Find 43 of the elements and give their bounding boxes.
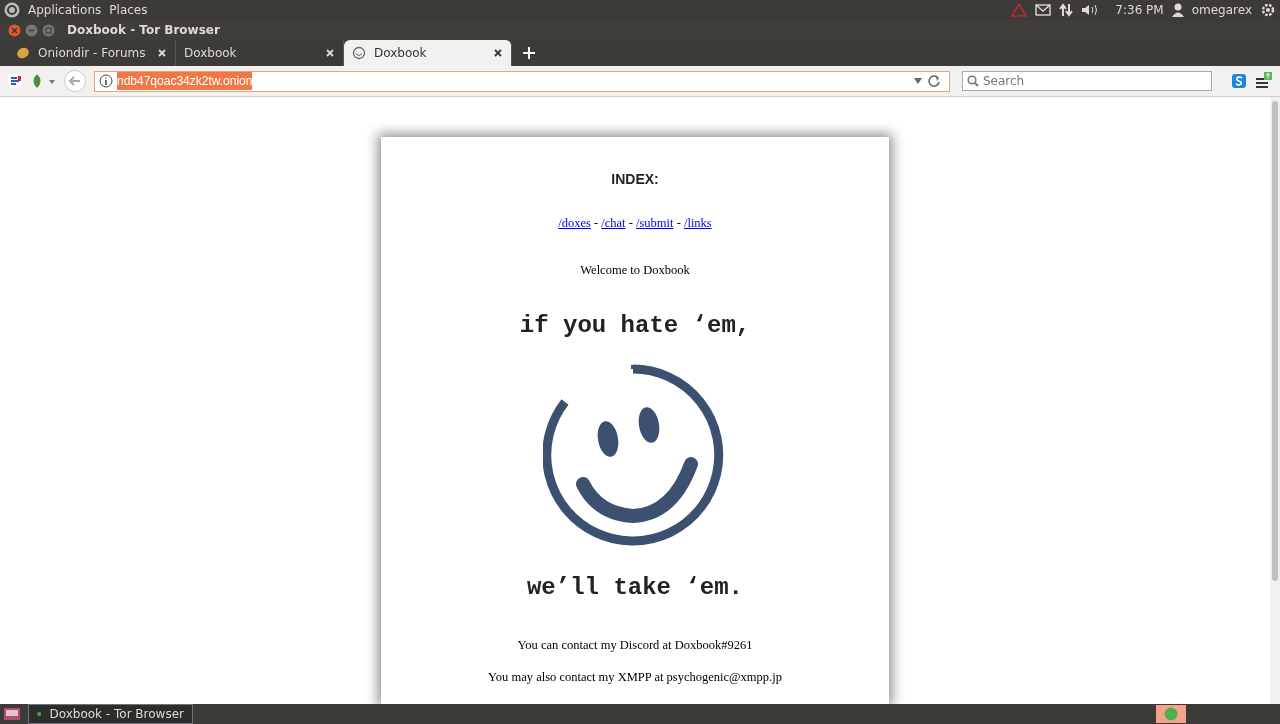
scrollbar[interactable] <box>1270 97 1280 704</box>
reload-icon[interactable] <box>927 74 941 88</box>
panel-menu[interactable]: Applications <box>28 1 102 19</box>
globe-icon <box>1164 707 1178 721</box>
power-icon[interactable] <box>1260 2 1276 18</box>
browser-tab[interactable]: Doxbook <box>344 40 512 66</box>
nav-link[interactable]: /doxes <box>558 216 591 230</box>
ubuntu-logo-icon[interactable] <box>4 2 20 18</box>
network-icon[interactable] <box>1059 3 1074 17</box>
separator-text: - <box>627 216 634 230</box>
extension-icon[interactable] <box>8 74 22 88</box>
contact-text: You may also contact my XMPP at psychogenic@xmpp.jp <box>487 669 783 687</box>
index-heading: INDEX: <box>610 170 660 189</box>
new-tab-icon[interactable] <box>522 46 536 60</box>
taskbar-item[interactable]: Doxbook - Tor Browser <box>28 704 193 724</box>
info-icon <box>99 74 113 88</box>
nav-link[interactable]: /chat <box>601 216 626 230</box>
clock[interactable]: 7:36 PM <box>1115 1 1164 19</box>
volume-icon[interactable] <box>1081 3 1100 17</box>
slogan-text: if you hate ‘em, <box>518 310 752 341</box>
welcome-text: Welcome to Doxbook <box>579 261 691 279</box>
separator-text: - <box>675 216 682 230</box>
dropdown-icon[interactable] <box>913 77 923 85</box>
mail-icon[interactable] <box>1035 4 1052 16</box>
close-icon[interactable] <box>493 48 503 58</box>
contact-text: You can contact my Discord at Doxbook#9261 <box>516 636 754 654</box>
nav-link[interactable]: /submit <box>636 216 674 230</box>
separator-text: - <box>593 216 600 230</box>
smiley-icon <box>352 46 366 60</box>
scroll-thumb[interactable] <box>1272 101 1278 581</box>
skype-icon[interactable] <box>1232 74 1246 88</box>
favicon-icon <box>16 46 30 60</box>
window-title: Doxbook - Tor Browser <box>67 22 220 39</box>
minimize-icon[interactable] <box>25 23 38 37</box>
desktop-icon[interactable] <box>4 708 20 720</box>
slogan-text: we’ll take ‘em. <box>525 572 744 603</box>
user-name[interactable]: omegarex <box>1191 1 1252 19</box>
panel-menu[interactable]: Places <box>109 1 148 19</box>
menu-icon[interactable] <box>1254 72 1272 90</box>
search-field[interactable]: Search <box>962 71 1212 91</box>
user-icon <box>1171 3 1184 17</box>
nav-link[interactable]: /links <box>683 216 712 230</box>
search-icon <box>967 75 979 87</box>
